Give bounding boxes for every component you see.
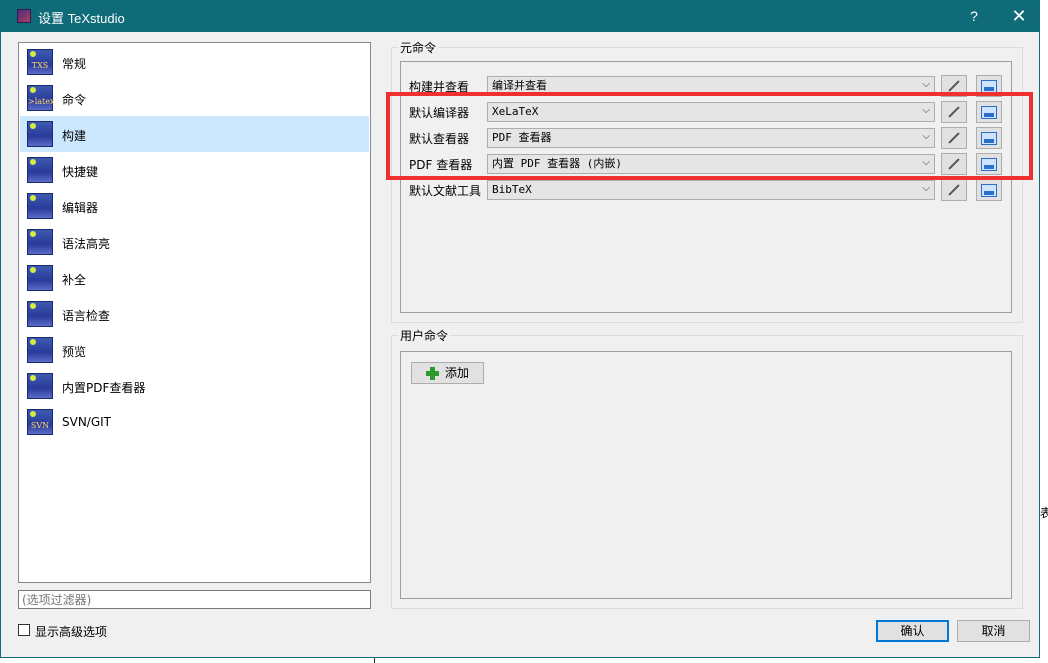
latex-icon: >latex (27, 85, 55, 111)
chevron-down-icon: ⌵ (922, 79, 930, 90)
build-and-view-value: 编译并查看 (492, 79, 547, 92)
category-item-pdf-viewer[interactable]: 内置PDF查看器 (20, 368, 369, 404)
txs-icon: TXS (27, 49, 53, 75)
brush-icon (948, 184, 960, 196)
close-button[interactable]: ✕ (1001, 1, 1037, 32)
meta-commands-title: 元命令 (398, 39, 439, 56)
completion-icon (27, 265, 53, 291)
title-bar: 设置 TeXstudio ? ✕ (1, 1, 1039, 32)
brush-icon (948, 80, 960, 92)
category-item-preview[interactable]: 预览 (20, 332, 369, 368)
category-label: 预览 (62, 345, 87, 359)
category-label: 常规 (62, 57, 87, 71)
show-advanced-checkbox[interactable] (18, 624, 30, 636)
category-list[interactable]: TXS 常规 >latex 命令 构建 快捷键 编辑器 语法高亮 补全 语言检查… (18, 42, 371, 583)
background-divider (374, 658, 375, 663)
build-icon (27, 121, 53, 147)
category-label: 内置PDF查看器 (62, 381, 146, 395)
category-item-commands[interactable]: >latex 命令 (20, 80, 369, 116)
window-title: 设置 TeXstudio (38, 11, 125, 26)
category-item-svn-git[interactable]: SVN SVN/GIT (20, 404, 369, 440)
help-button[interactable]: ? (959, 1, 989, 32)
category-item-editor[interactable]: 编辑器 (20, 188, 369, 224)
preview-icon (27, 337, 53, 363)
category-label: SVN/GIT (62, 415, 112, 429)
red-highlight-box (386, 92, 1033, 180)
configure-brush-button[interactable] (941, 179, 967, 201)
category-item-syntax-highlighting[interactable]: 语法高亮 (20, 224, 369, 260)
show-advanced-label: 显示高级选项 (35, 625, 108, 639)
user-commands-title: 用户命令 (398, 327, 451, 344)
option-filter-input[interactable] (18, 590, 371, 609)
disk-icon (981, 184, 997, 197)
category-item-completion[interactable]: 补全 (20, 260, 369, 296)
text-cursor-icon (27, 193, 53, 219)
user-commands-frame (400, 351, 1012, 599)
save-button[interactable] (976, 179, 1002, 201)
background-text: 表 (1040, 506, 1048, 520)
plus-icon (426, 367, 439, 380)
text-cursor-icon (27, 301, 53, 327)
svn-icon: SVN (27, 409, 53, 435)
ok-button[interactable]: 确认 (876, 620, 949, 642)
category-item-shortcuts[interactable]: 快捷键 (20, 152, 369, 188)
keyboard-icon (27, 157, 53, 183)
add-command-button[interactable]: 添加 (411, 362, 484, 384)
settings-dialog: 设置 TeXstudio ? ✕ TXS 常规 >latex 命令 构建 快捷键… (0, 0, 1040, 658)
default-bibliography-select[interactable]: BibTeX ⌵ (487, 180, 935, 200)
category-label: 补全 (62, 273, 87, 287)
category-label: 命令 (62, 93, 87, 107)
highlight-icon (27, 229, 53, 255)
default-bibliography-label: 默认文献工具 (409, 184, 482, 198)
add-command-label: 添加 (445, 366, 470, 380)
category-label: 编辑器 (62, 201, 99, 215)
chevron-down-icon: ⌵ (922, 183, 930, 194)
pdf-viewer-icon (27, 373, 53, 399)
category-label: 构建 (62, 129, 87, 143)
texstudio-app-icon (17, 9, 31, 23)
category-item-language-check[interactable]: 语言检查 (20, 296, 369, 332)
category-label: 语法高亮 (62, 237, 111, 251)
category-label: 快捷键 (62, 165, 99, 179)
category-label: 语言检查 (62, 309, 111, 323)
default-bibliography-value: BibTeX (492, 183, 532, 196)
cancel-button[interactable]: 取消 (957, 620, 1030, 642)
category-item-build[interactable]: 构建 (20, 116, 369, 152)
category-item-general[interactable]: TXS 常规 (20, 44, 369, 80)
